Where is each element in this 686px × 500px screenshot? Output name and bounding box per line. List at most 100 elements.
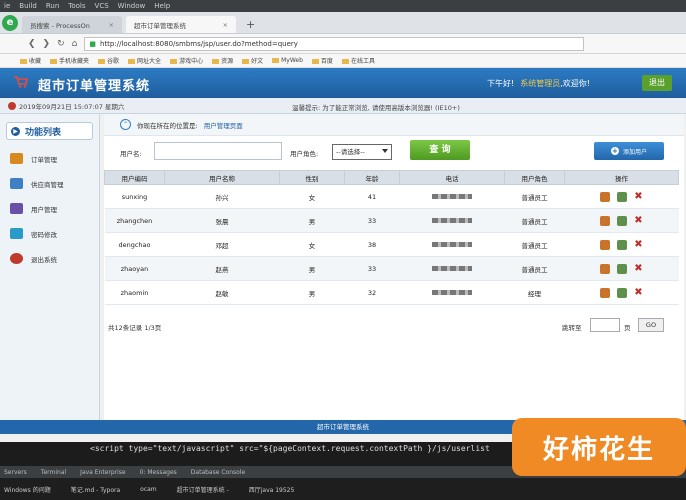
sidebar-item-providers[interactable]: 供应商管理 bbox=[0, 171, 99, 196]
sidebar-title-text: 功能列表 bbox=[25, 127, 62, 138]
edit-icon[interactable] bbox=[617, 191, 628, 202]
bookmark-item[interactable]: 网址大全 bbox=[128, 56, 161, 65]
col-header: 电话 bbox=[399, 170, 505, 185]
cell-role: 普通员工 bbox=[504, 208, 565, 233]
back-icon[interactable]: ❮ bbox=[28, 39, 36, 49]
delete-icon[interactable]: ✖ bbox=[634, 263, 642, 274]
ide-menu-item[interactable]: Window bbox=[118, 2, 146, 10]
sidebar-item-users[interactable]: 用户管理 bbox=[0, 196, 99, 221]
ide-menu-item[interactable]: Run bbox=[46, 2, 59, 10]
cell-role: 普通员工 bbox=[504, 256, 565, 281]
browser-tab[interactable]: 员搜索 - ProcessOn × bbox=[22, 16, 122, 33]
folder-icon bbox=[128, 59, 136, 64]
location-page: 用户管理页面 bbox=[203, 121, 243, 130]
sidebar-item-orders[interactable]: 订单管理 bbox=[0, 146, 99, 171]
ide-menu-item[interactable]: VCS bbox=[95, 2, 109, 10]
bookmarks-bar: 收藏 手机收藏夹 谷歌 网址大全 游戏中心 资源 好文 MyWeb 百度 在线工… bbox=[0, 54, 686, 68]
exit-icon bbox=[10, 253, 23, 264]
cell-name: 孙兴 bbox=[164, 184, 280, 209]
view-icon[interactable] bbox=[600, 239, 611, 250]
ide-menu-item[interactable]: ie bbox=[4, 2, 10, 10]
username-input[interactable] bbox=[154, 142, 282, 160]
page-number-input[interactable] bbox=[590, 318, 620, 332]
ide-tool-tab[interactable]: Java Enterprise bbox=[80, 469, 125, 476]
taskbar-item[interactable]: 超市订单管理系统 - bbox=[177, 485, 229, 494]
cell-code: zhangchen bbox=[104, 208, 165, 233]
cell-name: 张晨 bbox=[164, 208, 280, 233]
tab-title: 超市订单管理系统 bbox=[134, 21, 186, 30]
folder-icon bbox=[20, 59, 27, 64]
role-select[interactable]: --请选择-- bbox=[332, 144, 392, 160]
ide-tool-tab[interactable]: Terminal bbox=[41, 469, 66, 476]
browser-tab-active[interactable]: 超市订单管理系统 × bbox=[126, 16, 236, 33]
edit-icon[interactable] bbox=[617, 263, 628, 274]
url-text: http://localhost:8080/smbms/jsp/user.do?… bbox=[99, 39, 298, 48]
bookmark-item[interactable]: 手机收藏夹 bbox=[50, 56, 89, 65]
delete-icon[interactable]: ✖ bbox=[634, 191, 642, 202]
cell-name: 邓超 bbox=[164, 232, 280, 257]
os-taskbar: Windows 的问题 笔记.md - Typora ocam 超市订单管理系统… bbox=[0, 478, 686, 500]
sidebar-item-password[interactable]: 密码修改 bbox=[0, 221, 99, 246]
cell-ops: ✖ bbox=[564, 256, 679, 281]
delete-icon[interactable]: ✖ bbox=[634, 287, 642, 298]
bookmark-item[interactable]: 游戏中心 bbox=[170, 56, 203, 65]
delete-icon[interactable]: ✖ bbox=[634, 239, 642, 250]
forward-icon[interactable]: ❯ bbox=[43, 39, 51, 49]
edit-icon[interactable] bbox=[617, 215, 628, 226]
reload-icon[interactable]: ↻ bbox=[57, 39, 65, 49]
close-icon[interactable]: × bbox=[223, 21, 228, 29]
url-bar[interactable]: ■ http://localhost:8080/smbms/jsp/user.d… bbox=[84, 36, 585, 51]
view-icon[interactable] bbox=[600, 263, 611, 274]
cell-role: 经理 bbox=[504, 280, 565, 305]
greeting: 下午好! 系统管理员,欢迎你! bbox=[487, 78, 590, 89]
folder-icon bbox=[212, 59, 220, 64]
taskbar-item[interactable]: 西厅java 19525 bbox=[249, 485, 295, 494]
ide-menu-item[interactable]: Build bbox=[19, 2, 37, 10]
close-icon[interactable]: × bbox=[109, 21, 114, 29]
cell-age: 33 bbox=[344, 208, 400, 233]
cell-code: dengchao bbox=[104, 232, 165, 257]
query-button[interactable]: 查 询 bbox=[410, 140, 470, 160]
logout-button[interactable]: 退出 bbox=[642, 75, 672, 91]
location-prefix: 你现在所在的位置是: bbox=[137, 121, 198, 130]
bookmark-item[interactable]: 在线工具 bbox=[341, 56, 375, 65]
role-selected: --请选择-- bbox=[336, 148, 365, 156]
bookmark-item[interactable]: 收藏 bbox=[20, 56, 41, 65]
bookmark-item[interactable]: 资源 bbox=[212, 56, 233, 65]
bookmark-item[interactable]: 百度 bbox=[311, 56, 333, 65]
add-user-label: 添加用户 bbox=[622, 148, 647, 156]
table-header-row: 用户编码 用户名称 性别 年龄 电话 用户角色 操作 bbox=[104, 170, 679, 185]
edit-icon[interactable] bbox=[617, 239, 628, 250]
ide-tool-tab[interactable]: Database Console bbox=[191, 469, 245, 476]
view-icon[interactable] bbox=[600, 191, 611, 202]
users-icon bbox=[10, 203, 23, 214]
taskbar-item[interactable]: Windows 的问题 bbox=[4, 485, 51, 494]
col-header: 用户名称 bbox=[164, 170, 280, 185]
taskbar-item[interactable]: 笔记.md - Typora bbox=[71, 485, 120, 494]
taskbar-item[interactable]: ocam bbox=[140, 486, 157, 493]
edit-icon[interactable] bbox=[617, 287, 628, 298]
ide-tool-tab[interactable]: Servers bbox=[4, 469, 27, 476]
add-user-button[interactable]: + 添加用户 bbox=[594, 142, 664, 160]
address-row: ❮ ❯ ↻ ⌂ ■ http://localhost:8080/smbms/js… bbox=[0, 34, 686, 54]
ide-tool-tab[interactable]: 0: Messages bbox=[140, 469, 177, 476]
ide-menu-item[interactable]: Tools bbox=[68, 2, 85, 10]
view-icon[interactable] bbox=[600, 287, 611, 298]
user-table: 用户编码 用户名称 性别 年龄 电话 用户角色 操作 sunxing 孙兴 女 … bbox=[104, 170, 679, 305]
arrow-icon: ▶ bbox=[11, 126, 20, 136]
home-icon[interactable]: ⌂ bbox=[72, 39, 78, 49]
go-button[interactable]: GO bbox=[638, 318, 664, 332]
new-tab-button[interactable]: + bbox=[240, 18, 261, 33]
bookmark-item[interactable]: MyWeb bbox=[272, 57, 303, 64]
table-row: zhaoyan 赵燕 男 33 普通员工 ✖ bbox=[104, 256, 679, 281]
view-icon[interactable] bbox=[600, 215, 611, 226]
cell-phone bbox=[399, 208, 505, 233]
folder-icon bbox=[272, 58, 280, 63]
bookmark-item[interactable]: 好文 bbox=[242, 56, 263, 65]
ide-menu-item[interactable]: Help bbox=[154, 2, 170, 10]
cell-age: 33 bbox=[344, 256, 400, 281]
sidebar-item-logout[interactable]: 退出系统 bbox=[0, 246, 99, 271]
bookmark-item[interactable]: 谷歌 bbox=[98, 56, 119, 65]
welcome-text: ,欢迎你! bbox=[560, 79, 590, 88]
delete-icon[interactable]: ✖ bbox=[634, 215, 642, 226]
